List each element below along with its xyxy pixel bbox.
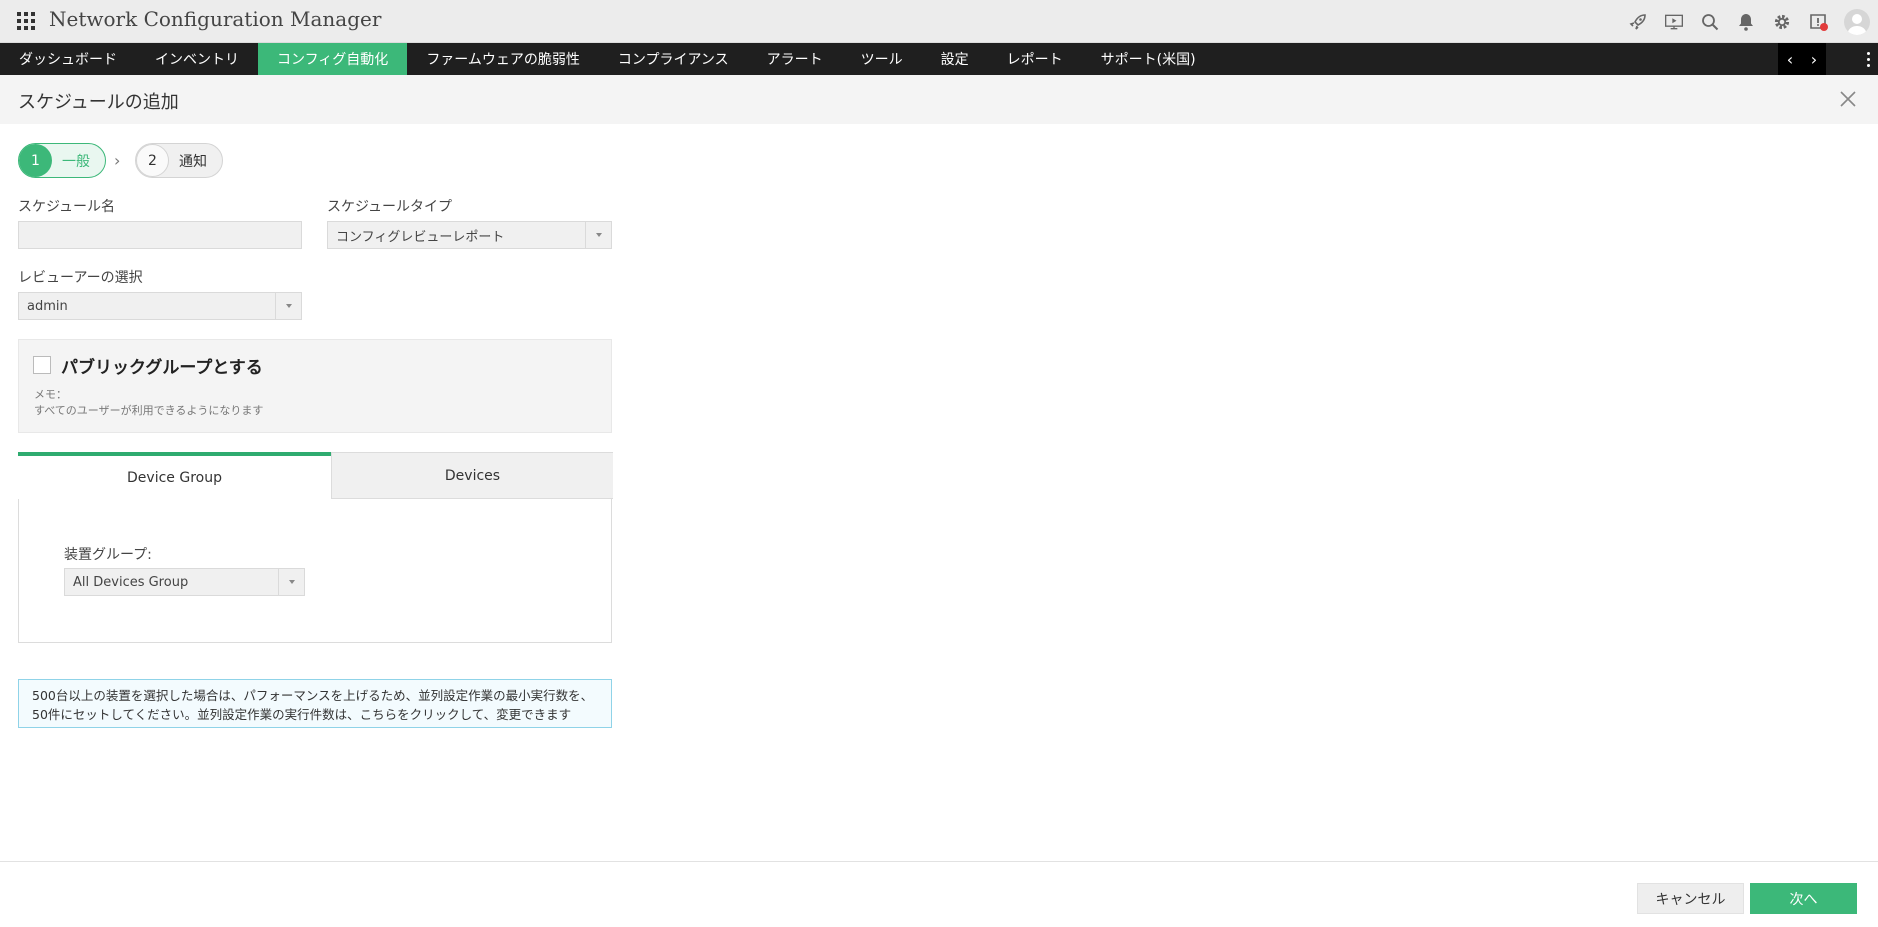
alert-dot: [1820, 23, 1828, 31]
schedule-type-select[interactable]: コンフィグレビューレポート: [327, 221, 612, 249]
more-vertical-icon[interactable]: [1858, 43, 1878, 75]
cancel-button[interactable]: キャンセル: [1637, 883, 1744, 914]
chevron-down-icon: [275, 293, 301, 319]
step-number: 1: [19, 144, 52, 177]
chevron-left-icon[interactable]: ‹: [1787, 50, 1793, 69]
app-title: Network Configuration Manager: [49, 7, 382, 31]
nav-item-dashboard[interactable]: ダッシュボード: [0, 43, 136, 75]
memo-text: すべてのユーザーが利用できるようになります: [34, 404, 264, 417]
public-group-panel: パブリックグループとする メモ： すべてのユーザーが利用できるようになります: [18, 339, 612, 433]
close-icon[interactable]: [1838, 89, 1858, 109]
device-group-select[interactable]: All Devices Group: [64, 568, 305, 596]
info-line-1: 500台以上の装置を選択した場合は、パフォーマンスを上げるため、並列設定作業の最…: [32, 688, 594, 703]
rocket-icon[interactable]: [1620, 0, 1656, 43]
tab-device-group[interactable]: Device Group: [18, 452, 331, 499]
chevron-right-icon: ›: [114, 151, 121, 170]
public-group-label[interactable]: パブリックグループとする: [61, 353, 263, 378]
chevron-right-icon[interactable]: ›: [1811, 50, 1817, 69]
footer-divider: [0, 861, 1878, 862]
bell-icon[interactable]: [1728, 0, 1764, 43]
nav-item-compliance[interactable]: コンプライアンス: [599, 43, 748, 75]
avatar[interactable]: [1836, 0, 1878, 43]
schedule-name-label: スケジュール名: [18, 199, 116, 215]
schedule-type-value: コンフィグレビューレポート: [336, 229, 505, 245]
public-group-checkbox[interactable]: [33, 356, 51, 374]
step-label: 通知: [179, 153, 207, 170]
nav-item-reports[interactable]: レポート: [988, 43, 1082, 75]
nav-item-alerts[interactable]: アラート: [748, 43, 842, 75]
step-notification[interactable]: 2 通知: [135, 143, 223, 178]
step-label: 一般: [62, 153, 90, 170]
chevron-down-icon: [585, 222, 611, 248]
nav-item-tools[interactable]: ツール: [842, 43, 922, 75]
nav-item-firmware-vulnerability[interactable]: ファームウェアの脆弱性: [407, 43, 599, 75]
gear-icon[interactable]: [1764, 0, 1800, 43]
main-nav: ダッシュボード インベントリ コンフィグ自動化 ファームウェアの脆弱性 コンプラ…: [0, 43, 1878, 75]
nav-item-config-automation[interactable]: コンフィグ自動化: [258, 43, 408, 75]
top-header: Network Configuration Manager: [0, 0, 1878, 43]
video-presentation-icon[interactable]: [1656, 0, 1692, 43]
info-note: 500台以上の装置を選択した場合は、パフォーマンスを上げるため、並列設定作業の最…: [18, 679, 612, 728]
nav-scroll-arrows: ‹ ›: [1778, 43, 1826, 75]
info-line-2[interactable]: 50件にセットしてください。並列設定作業の実行件数は、こちらをクリックして、変更…: [32, 705, 598, 724]
tab-devices[interactable]: Devices: [331, 452, 613, 499]
device-group-label: 装置グループ:: [64, 547, 152, 563]
page-title: スケジュールの追加: [18, 92, 179, 113]
reviewer-label: レビューアーの選択: [18, 270, 143, 286]
reviewer-value: admin: [27, 298, 68, 314]
device-selection-panel: Device Group Devices 装置グループ: All Devices…: [18, 452, 613, 643]
nav-item-settings[interactable]: 設定: [922, 43, 988, 75]
nav-item-inventory[interactable]: インベントリ: [136, 43, 258, 75]
next-button[interactable]: 次へ: [1750, 883, 1857, 914]
schedule-type-label: スケジュールタイプ: [327, 199, 453, 215]
step-number: 2: [136, 144, 169, 177]
nav-item-support[interactable]: サポート(米国): [1082, 43, 1215, 75]
reviewer-select[interactable]: admin: [18, 292, 302, 320]
schedule-name-input[interactable]: [18, 221, 302, 249]
step-general[interactable]: 1 一般: [18, 143, 106, 178]
search-icon[interactable]: [1692, 0, 1728, 43]
license-alert-icon[interactable]: [1800, 0, 1836, 43]
chevron-down-icon: [278, 569, 304, 595]
device-group-value: All Devices Group: [73, 574, 189, 590]
page-header: スケジュールの追加: [0, 75, 1878, 124]
memo-label: メモ：: [34, 388, 67, 401]
apps-grid-icon[interactable]: [17, 12, 35, 30]
